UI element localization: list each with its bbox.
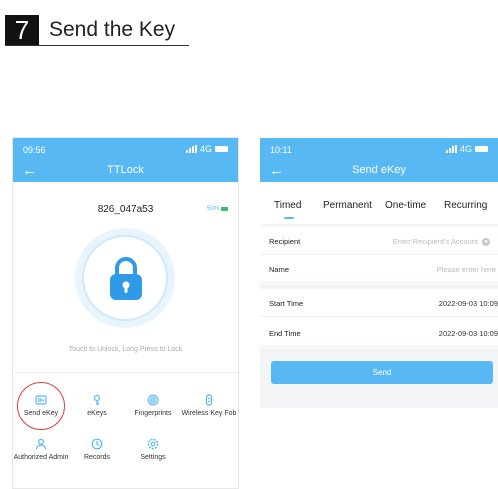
name-row[interactable]: Name Please enter here [260,255,498,283]
key-fob-icon [205,394,213,406]
unlock-button[interactable] [75,228,175,328]
menu-wireless-key-fob[interactable]: Wireless Key Fob [181,394,237,417]
end-time-value[interactable]: 2022-09-03 10:09 [439,329,498,338]
menu-label: eKeys [87,410,107,417]
lock-battery-icon [221,207,228,211]
menu-label: Wireless Key Fob [181,410,237,417]
end-time-label: End Time [269,329,301,338]
tab-permanent[interactable]: Permanent [323,200,372,211]
send-ekey-screen: 10:11 4G ← Send eKey Timed Permanent One… [260,138,498,408]
lock-battery-indicator: 50% [207,206,228,212]
nav-title: Send eKey [352,164,406,176]
send-ekey-highlight [17,382,65,430]
signal-icon [445,145,457,153]
menu-authorized-admin[interactable]: Authorized Admin [13,438,69,461]
recipient-input[interactable]: Enter Recipient's Account ● [392,237,490,247]
nav-title: TTLock [107,164,144,176]
battery-icon [215,146,228,152]
menu-settings[interactable]: Settings [125,438,181,461]
menu-records[interactable]: Records [69,438,125,461]
start-time-label: Start Time [269,299,304,308]
battery-icon [475,146,488,152]
admin-user-icon [35,438,47,450]
name-label: Name [269,265,290,274]
status-bar: 10:11 4G [260,138,498,160]
network-type: 4G [199,144,212,154]
records-icon [91,438,103,450]
recipient-row[interactable]: Recipient Enter Recipient's Account ● [260,227,498,255]
recipient-label: Recipient [269,237,301,246]
active-tab-indicator [284,217,294,219]
start-time-row[interactable]: Start Time 2022-09-03 10:09 [260,289,498,317]
tab-timed[interactable]: Timed [274,200,301,211]
network-type: 4G [459,144,472,154]
padlock-icon [110,257,142,300]
status-indicators: 4G [185,144,228,154]
settings-gear-icon [147,438,159,450]
name-input[interactable]: Please enter here [437,265,496,274]
status-time: 09:56 [23,145,46,155]
step-title: Send the Key [49,18,176,41]
end-time-row[interactable]: End Time 2022-09-03 10:09 [260,319,498,347]
step-header: 7 Send the Key [5,12,189,46]
menu-label: Settings [140,454,166,461]
contact-icon[interactable]: ● [482,238,490,247]
tab-one-time[interactable]: One-time [385,200,426,211]
menu-label: Records [83,454,111,461]
menu-fingerprints[interactable]: Fingerprints [125,394,181,417]
tab-recurring[interactable]: Recurring [444,200,487,211]
fingerprint-icon [147,394,159,406]
status-indicators: 4G [445,144,488,154]
menu-label: Fingerprints [134,410,172,417]
lock-name: 826_047a53 [97,204,154,215]
nav-bar: ← Send eKey [260,160,498,182]
unlock-ring [82,235,168,321]
touch-hint: Touch to Unlock, Long Press to Lock [68,346,183,353]
lock-battery-percent: 50% [206,206,219,212]
start-time-value[interactable]: 2022-09-03 10:09 [439,299,498,308]
send-button[interactable]: Send [271,361,493,384]
recipient-placeholder: Enter Recipient's Account [392,237,478,246]
nav-bar: ← TTLock [13,160,238,182]
step-number-badge: 7 [5,15,39,45]
status-bar: 09:56 4G [13,138,238,160]
unlock-ring-inner [92,245,158,311]
lock-detail-screen: 09:56 4G ← TTLock 826_047a53 50% Touch t… [13,138,238,488]
signal-icon [185,145,197,153]
menu-label: Authorized Admin [13,454,69,461]
status-time: 10:11 [270,145,292,155]
menu-ekeys[interactable]: eKeys [69,394,125,417]
ekeys-icon [93,394,101,406]
